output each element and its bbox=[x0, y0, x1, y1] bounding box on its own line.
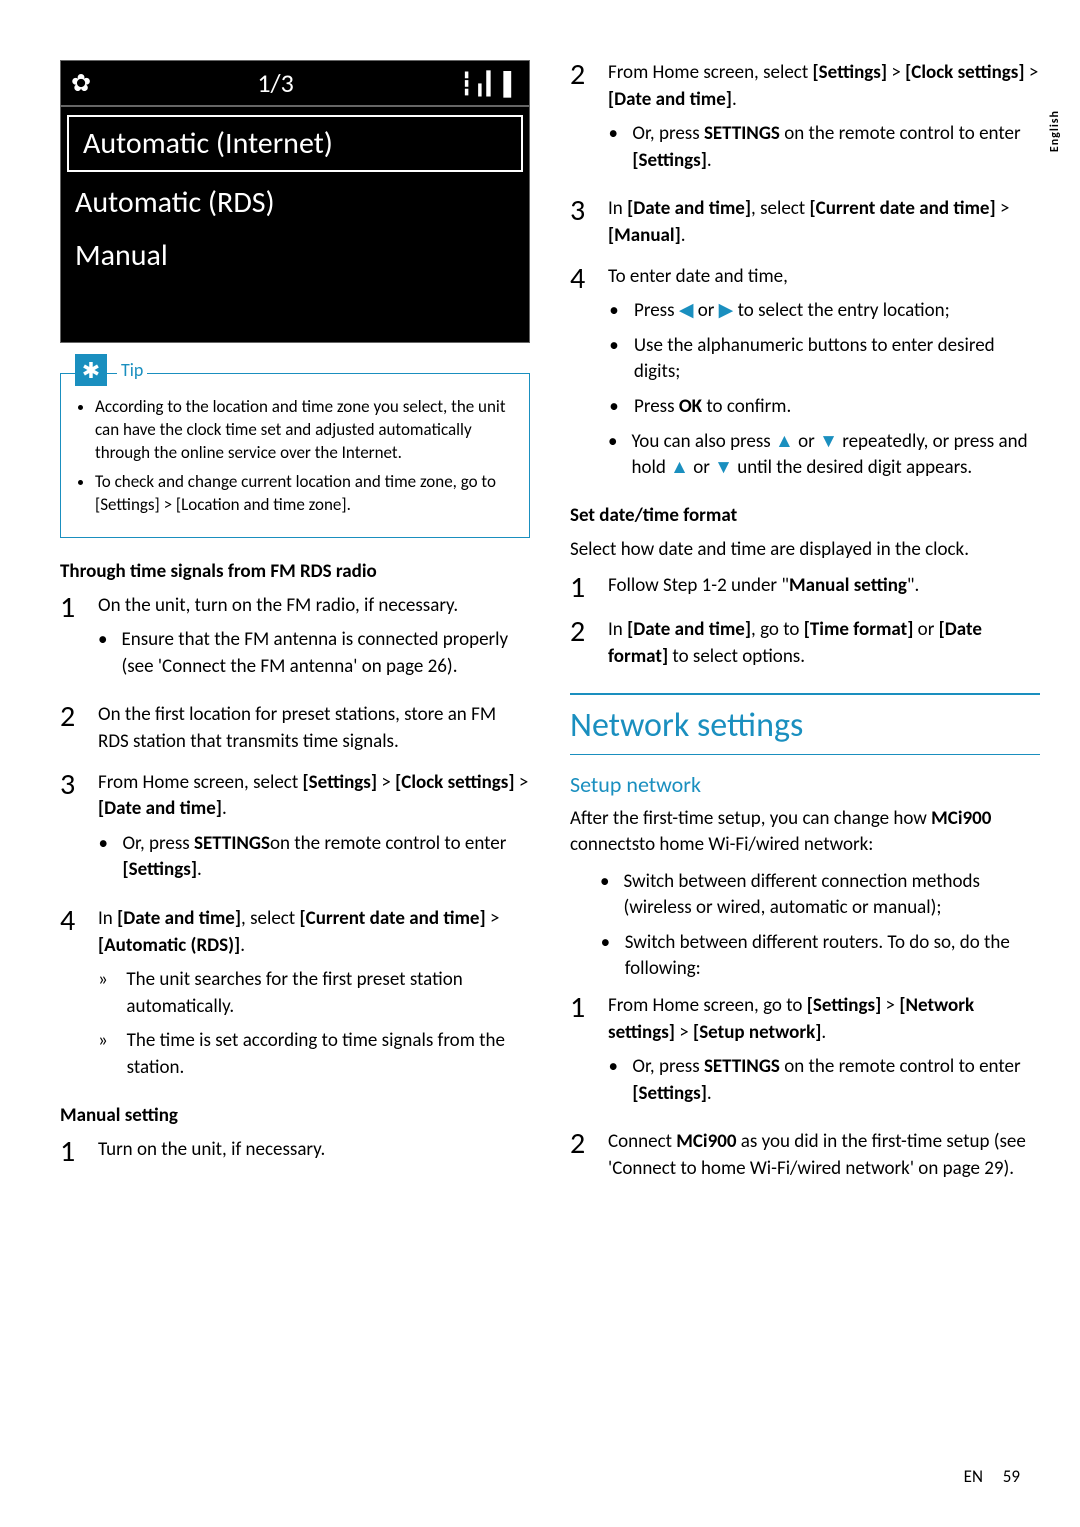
step-number: 2 bbox=[570, 60, 592, 182]
result-arrow-icon: » bbox=[98, 967, 112, 1020]
result-arrow-icon: » bbox=[98, 1028, 113, 1081]
gear-icon: ✿ bbox=[71, 69, 91, 98]
step-body: In [Date and time], select [Current date… bbox=[98, 906, 530, 1090]
step-body: On the first location for preset station… bbox=[98, 702, 530, 755]
bullet-icon: • bbox=[98, 831, 108, 884]
bullet-icon: • bbox=[608, 394, 620, 421]
step-number: 3 bbox=[60, 770, 82, 892]
triangle-left-icon: ◀ bbox=[679, 299, 694, 322]
step-body: In [Date and time], go to [Time format] … bbox=[608, 617, 1040, 670]
step-number: 4 bbox=[60, 906, 82, 1090]
step-number: 1 bbox=[570, 993, 592, 1115]
step-number: 2 bbox=[570, 1129, 592, 1182]
step-body: From Home screen, select [Settings] > [C… bbox=[608, 60, 1040, 182]
format-para: Select how date and time are displayed i… bbox=[570, 537, 1040, 564]
step-number: 1 bbox=[60, 593, 82, 689]
footer-lang: EN bbox=[964, 1466, 983, 1487]
setup-network-heading: Setup network bbox=[570, 771, 1040, 798]
bullet-icon: • bbox=[608, 333, 620, 386]
device-screen: ✿ 1/3 ┇╻▎▌ Automatic (Internet) Automati… bbox=[60, 60, 530, 343]
language-tab: English bbox=[1048, 110, 1062, 152]
format-heading: Set date/time format bbox=[570, 504, 1040, 527]
rds-heading: Through time signals from FM RDS radio bbox=[60, 560, 530, 583]
step-number: 1 bbox=[60, 1137, 82, 1167]
bullet-icon: • bbox=[600, 869, 609, 922]
triangle-right-icon: ▶ bbox=[719, 299, 734, 322]
step-number: 4 bbox=[570, 264, 592, 490]
network-settings-heading: Network settings bbox=[570, 693, 1040, 755]
step-body: To enter date and time, •Press ◀ or ▶ to… bbox=[608, 264, 1040, 490]
network-para: After the first-time setup, you can chan… bbox=[570, 806, 1040, 859]
step-body: Turn on the unit, if necessary. bbox=[98, 1137, 530, 1167]
signal-icon: ┇╻▎▌ bbox=[460, 70, 519, 97]
step-body: From Home screen, go to [Settings] > [Ne… bbox=[608, 993, 1040, 1115]
device-counter: 1/3 bbox=[257, 67, 293, 99]
device-item-manual: Manual bbox=[61, 229, 529, 282]
bullet-icon: • bbox=[600, 930, 611, 983]
bullet-icon: • bbox=[608, 121, 618, 174]
bullet-icon: • bbox=[98, 627, 107, 680]
step-number: 1 bbox=[570, 573, 592, 603]
step-number: 2 bbox=[570, 617, 592, 670]
bullet-icon: • bbox=[608, 298, 620, 325]
step-body: From Home screen, select [Settings] > [C… bbox=[98, 770, 530, 892]
step-body: Connect MCi900 as you did in the first-t… bbox=[608, 1129, 1040, 1182]
footer-page: 59 bbox=[1003, 1466, 1020, 1487]
step-number: 3 bbox=[570, 196, 592, 249]
page-footer: EN 59 bbox=[964, 1466, 1020, 1487]
triangle-up-icon: ▲ bbox=[670, 456, 689, 479]
step-body: On the unit, turn on the FM radio, if ne… bbox=[98, 593, 530, 689]
tip-label: Tip bbox=[117, 359, 147, 381]
step-number: 2 bbox=[60, 702, 82, 755]
device-item-auto-rds: Automatic (RDS) bbox=[61, 176, 529, 229]
bullet-icon: • bbox=[608, 1054, 618, 1107]
tip-icon: ✱ bbox=[75, 354, 107, 386]
tip-item: To check and change current location and… bbox=[95, 471, 515, 517]
manual-heading: Manual setting bbox=[60, 1104, 530, 1127]
triangle-up-icon: ▲ bbox=[775, 430, 794, 453]
step-body: Follow Step 1-2 under "Manual setting". bbox=[608, 573, 1040, 603]
triangle-down-icon: ▼ bbox=[714, 456, 733, 479]
tip-item: According to the location and time zone … bbox=[95, 396, 515, 465]
bullet-icon: • bbox=[608, 429, 617, 482]
triangle-down-icon: ▼ bbox=[819, 430, 838, 453]
tip-box: ✱ Tip According to the location and time… bbox=[60, 373, 530, 538]
step-body: In [Date and time], select [Current date… bbox=[608, 196, 1040, 249]
device-item-auto-internet: Automatic (Internet) bbox=[67, 115, 523, 172]
